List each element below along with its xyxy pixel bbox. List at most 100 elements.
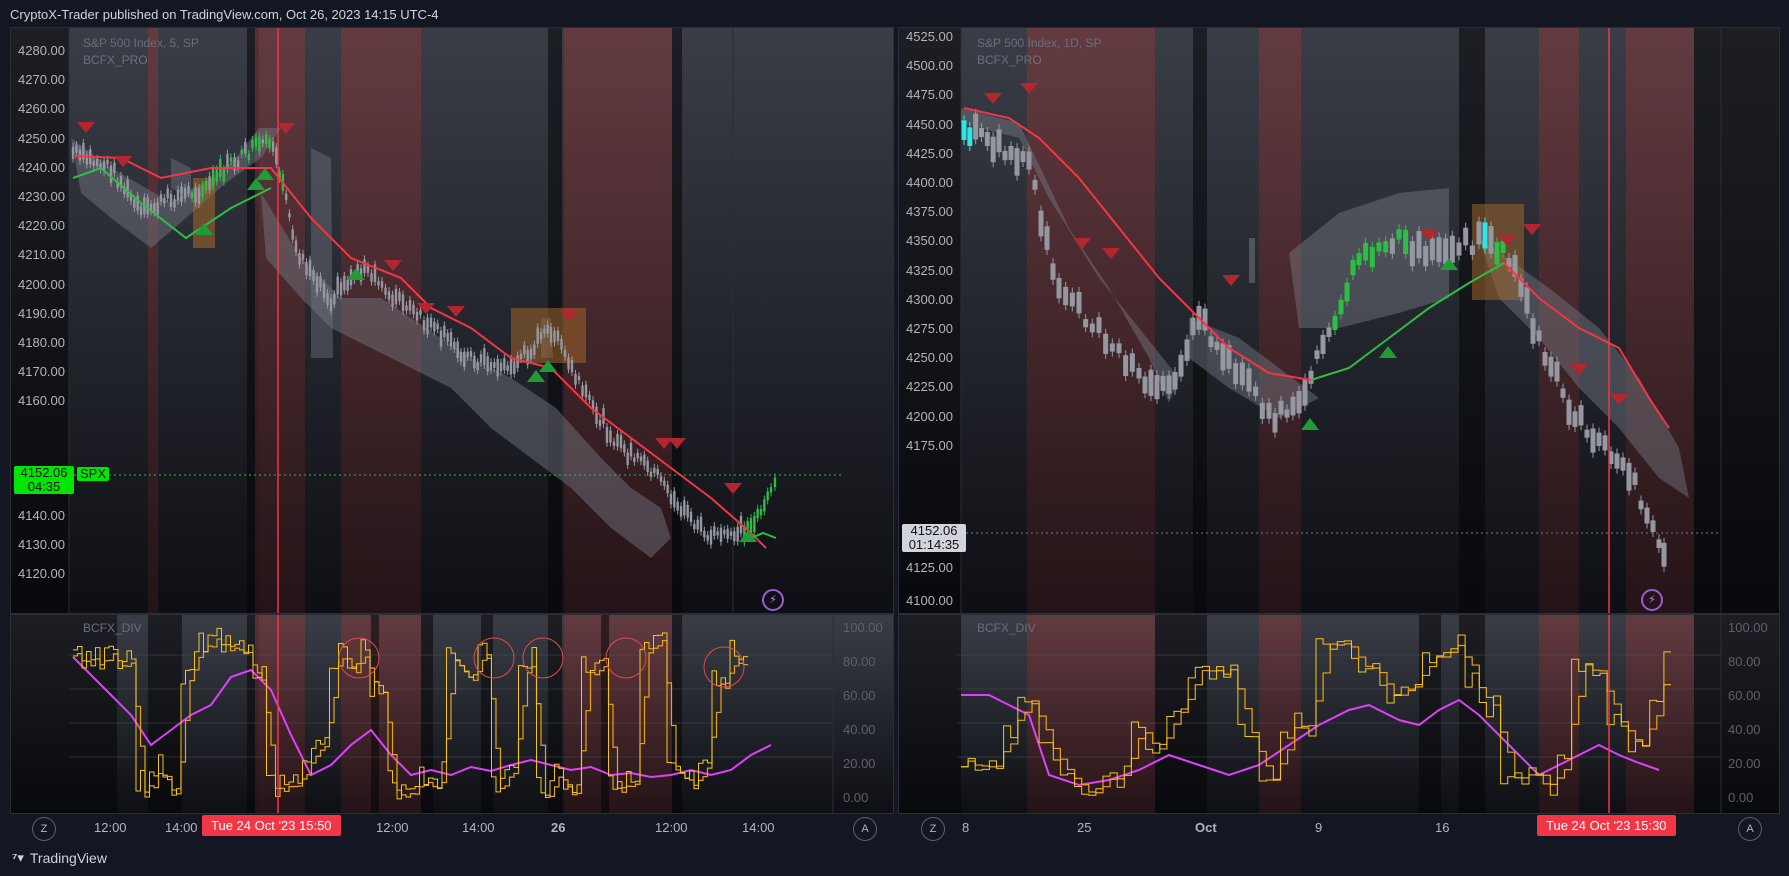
right-crosshair-time-label: Tue 24 Oct '23 15:30 xyxy=(1537,815,1676,836)
axis-label: 4125.00 xyxy=(906,560,953,575)
candle xyxy=(769,487,773,493)
candle xyxy=(329,298,333,312)
axis-label: 4175.00 xyxy=(906,437,953,453)
lightning-icon[interactable]: ⚡ xyxy=(762,589,784,611)
candle xyxy=(1476,221,1482,245)
candle xyxy=(1190,317,1196,336)
shade-strip xyxy=(341,615,421,813)
shade-strip xyxy=(1459,615,1485,813)
candle xyxy=(570,359,574,373)
shade-strip xyxy=(672,28,682,613)
candle xyxy=(254,137,258,147)
candle xyxy=(1096,317,1102,333)
candle xyxy=(113,162,116,173)
candle xyxy=(229,157,233,162)
axis-label: 60.00 xyxy=(1728,688,1761,703)
left-osc-title[interactable]: BCFX_DIV xyxy=(83,621,142,635)
candle xyxy=(453,341,456,349)
axis-label: 4220.00 xyxy=(18,218,65,234)
candle xyxy=(1554,361,1560,382)
candle xyxy=(1089,323,1095,333)
candle xyxy=(486,356,489,372)
candle xyxy=(75,145,78,153)
candle xyxy=(1542,352,1548,366)
time-label: 12:00 xyxy=(376,820,409,835)
left-osc-canvas[interactable] xyxy=(11,615,893,813)
axis-label: 4100.00 xyxy=(906,593,953,608)
left-auto-button[interactable]: A xyxy=(853,817,877,841)
candle xyxy=(1584,429,1590,438)
axis-label: 4400.00 xyxy=(906,175,953,190)
candle xyxy=(479,354,483,363)
candle xyxy=(588,394,591,401)
candle xyxy=(405,305,408,311)
time-label: 9 xyxy=(1315,820,1323,835)
candle xyxy=(1494,242,1500,265)
right-osc-title[interactable]: BCFX_DIV xyxy=(977,621,1036,635)
candle xyxy=(1020,151,1026,163)
candle xyxy=(633,457,636,462)
axis-label: 4130.00 xyxy=(18,537,65,553)
candle xyxy=(449,332,453,347)
candle xyxy=(419,309,422,315)
candle xyxy=(456,341,459,358)
shade-strip xyxy=(1027,28,1155,613)
candle xyxy=(584,384,588,398)
background xyxy=(11,615,893,813)
band-area xyxy=(1249,238,1255,283)
candle xyxy=(258,136,261,152)
candle xyxy=(1566,399,1572,425)
candle xyxy=(1376,242,1382,252)
footer-brand[interactable]: ⁷▾ TradingView xyxy=(12,850,107,866)
right-symbol-title[interactable]: S&P 500 Index, 1D, SP xyxy=(977,36,1102,50)
lightning-icon[interactable]: ⚡ xyxy=(1641,589,1663,611)
candle xyxy=(1063,286,1069,306)
candle xyxy=(973,113,979,140)
candle xyxy=(446,332,449,342)
candle xyxy=(1026,151,1032,170)
right-zoom-button[interactable]: Z xyxy=(921,817,945,841)
right-price-canvas[interactable] xyxy=(899,28,1779,613)
band-area xyxy=(311,148,333,358)
candle xyxy=(546,324,549,334)
candle xyxy=(408,299,412,311)
candle xyxy=(433,321,436,332)
left-osc-pane[interactable]: BCFX_DIV xyxy=(10,614,894,814)
candle xyxy=(236,160,240,168)
candle xyxy=(187,186,190,194)
right-osc-canvas[interactable] xyxy=(899,615,1779,813)
candle xyxy=(990,136,996,163)
axis-label: 4350.00 xyxy=(906,233,953,249)
left-symbol-title[interactable]: S&P 500 Index, 5, SP xyxy=(83,36,199,50)
candle xyxy=(291,229,294,240)
candle xyxy=(1069,292,1075,307)
right-auto-button[interactable]: A xyxy=(1738,817,1762,841)
time-label: 14:00 xyxy=(462,820,495,835)
candle xyxy=(756,508,759,519)
left-zoom-button[interactable]: Z xyxy=(32,817,56,841)
candle xyxy=(659,476,663,482)
candle xyxy=(626,452,629,465)
candle xyxy=(1172,372,1178,390)
candle xyxy=(1469,245,1475,255)
candle xyxy=(322,283,326,299)
candle xyxy=(251,139,254,148)
left-price-canvas[interactable] xyxy=(11,28,893,613)
candle xyxy=(686,504,689,518)
candle xyxy=(1214,341,1220,350)
axis-label: 4250.00 xyxy=(906,350,953,366)
candle xyxy=(1103,333,1109,354)
candle xyxy=(619,435,623,449)
right-price-pane[interactable]: S&P 500 Index, 1D, SP BCFX_PRO ⚡ xyxy=(898,27,1780,614)
left-price-pane[interactable]: S&P 500 Index, 5, SP BCFX_PRO ⚡ xyxy=(10,27,894,614)
right-osc-pane[interactable]: BCFX_DIV xyxy=(898,614,1780,814)
candle xyxy=(298,252,301,265)
right-indicator-title[interactable]: BCFX_PRO xyxy=(977,53,1042,67)
candle xyxy=(563,349,567,358)
candle xyxy=(1638,500,1644,510)
candle xyxy=(536,327,539,344)
left-indicator-title[interactable]: BCFX_PRO xyxy=(83,53,148,67)
candle xyxy=(166,188,169,199)
axis-label: 4200.00 xyxy=(18,276,65,292)
candle xyxy=(436,323,439,330)
